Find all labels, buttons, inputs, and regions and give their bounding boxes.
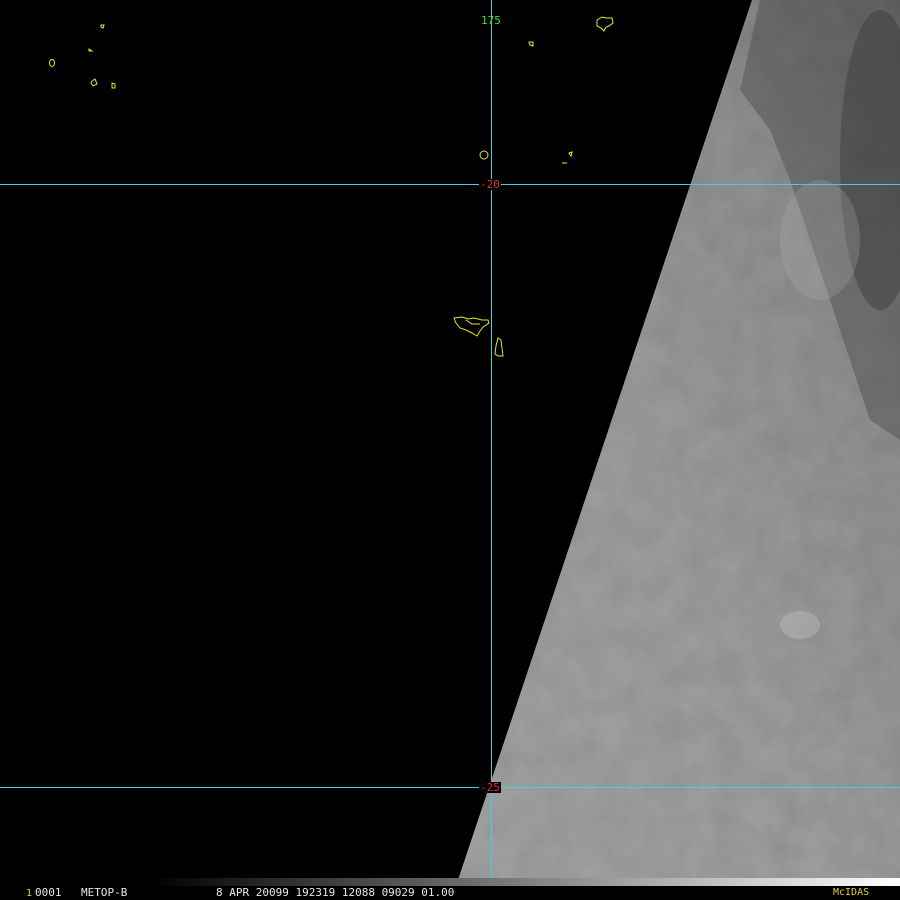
cloud-imagery bbox=[456, 0, 900, 886]
image-info: 8 APR 20099 192319 12088 09029 01.00 bbox=[216, 886, 455, 899]
frame-number: 1 bbox=[26, 888, 33, 899]
island-outline bbox=[88, 48, 94, 52]
satellite-map bbox=[0, 0, 900, 886]
island-outline bbox=[49, 59, 55, 67]
island-outline bbox=[568, 151, 573, 158]
island-outline bbox=[90, 78, 98, 87]
satellite-name: METOP-B bbox=[81, 886, 128, 899]
island-outline bbox=[100, 24, 105, 29]
island-outline bbox=[111, 82, 116, 89]
status-bar: 1 0001 METOP-B 8 APR 20099 192319 12088 … bbox=[0, 886, 900, 900]
coastlines bbox=[49, 16, 614, 357]
latitude-label-minus-20: -20 bbox=[479, 178, 501, 191]
island-outline bbox=[596, 16, 614, 32]
island-outline bbox=[465, 319, 480, 325]
software-brand: McIDAS bbox=[833, 887, 870, 898]
island-outline bbox=[528, 41, 534, 47]
island-outline bbox=[494, 337, 504, 357]
island-outline bbox=[453, 316, 490, 337]
grayscale-bar bbox=[150, 878, 900, 886]
frame-id: 0001 bbox=[35, 886, 62, 899]
longitude-label-175: 175 bbox=[481, 14, 501, 27]
latitude-label-minus-25: -25 bbox=[479, 781, 501, 794]
island-outline bbox=[479, 150, 489, 160]
